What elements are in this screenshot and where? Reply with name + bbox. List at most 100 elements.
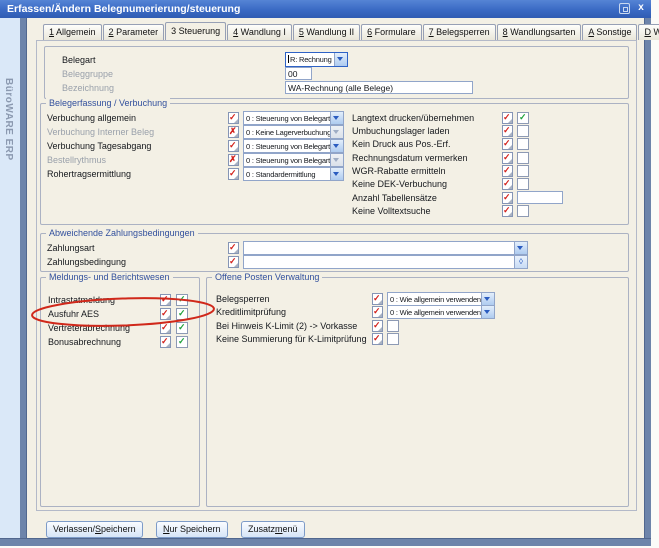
flag-glyph: ✓ [373, 332, 381, 344]
restore-icon[interactable] [619, 3, 630, 14]
verlassen-speichern-button[interactable]: Verlassen/Speichern [46, 521, 143, 538]
select-rohertragsermittlung[interactable]: 0 : Standardermittlung [243, 167, 344, 181]
checkbox-kein-druck[interactable] [517, 138, 529, 150]
check-glyph: ✓ [178, 307, 186, 319]
chevron-down-icon[interactable] [330, 168, 343, 180]
flag-glyph: ✓ [503, 124, 511, 136]
nur-speichern-button[interactable]: Nur Speichern [156, 521, 228, 538]
belegsperren-select[interactable]: 0 : Wie allgemein verwenden [387, 292, 495, 306]
zahlungsbedingung-field[interactable]: ◊ [243, 255, 528, 269]
tab-wandlung-2[interactable]: 5 Wandlung II [293, 24, 360, 40]
flag-glyph: ✓ [503, 164, 511, 176]
window-title: Erfassen/Ändern Belegnumerierung/steueru… [7, 3, 240, 15]
window-frame-right [644, 18, 651, 538]
modified-flag-icon[interactable]: ✓ [228, 242, 239, 254]
bezeichnung-input[interactable] [285, 81, 473, 94]
checkbox-rechnungsdatum[interactable] [517, 152, 529, 164]
flag-glyph: ✓ [229, 167, 237, 179]
modified-flag-icon[interactable]: ✓ [502, 152, 513, 164]
modified-flag-icon[interactable]: ✓ [502, 165, 513, 177]
select-verbuchung-allgemein[interactable]: 0 : Steuerung von Belegart [243, 111, 344, 125]
tab-belegsperren[interactable]: 7 Belegsperren [423, 24, 496, 40]
belegart-select[interactable]: R: Rechnung [285, 52, 348, 67]
modified-flag-icon[interactable]: ✓ [228, 168, 239, 180]
checkbox-vorkasse[interactable] [387, 320, 399, 332]
modified-flag-icon[interactable]: ✓ [160, 294, 171, 306]
tab-formulare[interactable]: 6 Formulare [361, 24, 422, 40]
button-accel: m [275, 524, 283, 534]
combo-value: 0 : Wie allgemein verwenden [390, 307, 481, 318]
chevron-down-icon[interactable] [481, 293, 494, 305]
row-label: Verbuchung Interner Beleg [47, 127, 154, 137]
flag-glyph: ✓ [503, 151, 511, 163]
chevron-down-icon[interactable] [334, 53, 347, 66]
modified-flag-icon[interactable]: ✓ [502, 112, 513, 124]
modified-flag-icon[interactable]: ✓ [160, 322, 171, 334]
tab-parameter[interactable]: 2 Parameter [103, 24, 165, 40]
tab-label: Formulare [372, 27, 416, 37]
row-label: Bei Hinweis K-Limit (2) -> Vorkasse [216, 321, 357, 331]
checkbox-keine-dek[interactable] [517, 178, 529, 190]
row-label: Keine DEK-Verbuchung [352, 179, 447, 189]
checkbox-intrastatmeldung[interactable]: ✓ [176, 294, 188, 306]
row-label: Langtext drucken/übernehmen [352, 113, 474, 123]
tab-sonstige[interactable]: A Sonstige [582, 24, 637, 40]
modified-flag-icon[interactable]: ✓ [372, 293, 383, 305]
checkbox-bonusabrechnung[interactable]: ✓ [176, 336, 188, 348]
chevron-down-icon[interactable] [481, 306, 494, 318]
tab-label: Sonstige [594, 27, 632, 37]
beleggruppe-input[interactable] [285, 67, 312, 80]
select-verbuchung-interner-beleg: 0 : Keine Lagerverbuchung [243, 125, 344, 139]
modified-flag-icon[interactable]: ✓ [502, 125, 513, 137]
flag-glyph: ✓ [229, 241, 237, 253]
zahlungsart-select[interactable] [243, 241, 528, 255]
close-icon[interactable]: x [635, 1, 647, 15]
tab-allgemein[interactable]: 1 Allgemein [43, 24, 102, 40]
row-label: Bonusabrechnung [48, 337, 121, 347]
modified-flag-icon[interactable]: ✓ [160, 308, 171, 320]
tab-wandlungsarten[interactable]: 8 Wandlungsarten [497, 24, 582, 40]
modified-flag-icon[interactable]: ✓ [228, 140, 239, 152]
select-verbuchung-tagesabgang[interactable]: 0 : Steuerung von Belegart [243, 139, 344, 153]
chevron-down-icon[interactable] [514, 242, 527, 254]
checkbox-keine-summierung[interactable] [387, 333, 399, 345]
chevron-down-icon[interactable] [330, 140, 343, 152]
flag-glyph: ✓ [503, 204, 511, 216]
tab-wfl-tb[interactable]: D WFL/TB [638, 24, 659, 40]
modified-flag-icon[interactable]: ✗ [228, 154, 239, 166]
modified-flag-icon[interactable]: ✓ [160, 336, 171, 348]
modified-flag-icon[interactable]: ✓ [502, 205, 513, 217]
modified-flag-icon[interactable]: ✓ [502, 178, 513, 190]
row-label: Bestellrythmus [47, 155, 106, 165]
checkbox-ausfuhr-aes[interactable]: ✓ [176, 308, 188, 320]
row-label: Keine Volltextsuche [352, 206, 431, 216]
combo-value: 0 : Steuerung von Belegart [246, 141, 330, 152]
title-bar[interactable]: Erfassen/Ändern Belegnumerierung/steueru… [0, 0, 651, 18]
kreditlimitpruefung-select[interactable]: 0 : Wie allgemein verwenden [387, 305, 495, 319]
modified-flag-icon[interactable]: ✓ [502, 192, 513, 204]
checkbox-volltextsuche[interactable] [517, 205, 529, 217]
modified-flag-icon[interactable]: ✓ [372, 333, 383, 345]
modified-flag-icon[interactable]: ✓ [228, 112, 239, 124]
checkbox-umbuchungslager[interactable] [517, 125, 529, 137]
anzahl-tabellensaetze-input[interactable] [517, 191, 563, 204]
brand-text: BüroWARE ERP [3, 78, 14, 161]
modified-flag-icon[interactable]: ✗ [228, 126, 239, 138]
row-label: Vertreterabrechnung [48, 323, 130, 333]
tab-steuerung[interactable]: 3 Steuerung [165, 22, 226, 40]
checkbox-wgr-rabatte[interactable] [517, 165, 529, 177]
tab-wandlung-1[interactable]: 4 Wandlung I [227, 24, 292, 40]
chevron-down-icon[interactable] [330, 112, 343, 124]
modified-flag-icon[interactable]: ✓ [372, 306, 383, 318]
modified-flag-icon[interactable]: ✓ [372, 320, 383, 332]
checkbox-langtext[interactable]: ✓ [517, 112, 529, 124]
tab-label: Wandlung I [238, 27, 286, 37]
checkbox-vertreterabrechnung[interactable]: ✓ [176, 322, 188, 334]
combo-value: 0 : Steuerung von Belegart [246, 155, 330, 166]
modified-flag-icon[interactable]: ✓ [228, 256, 239, 268]
zusatzmenu-button[interactable]: Zusatzmenü [241, 521, 305, 538]
combo-value: R: Rechnung [288, 54, 334, 65]
lookup-spinner-icon[interactable]: ◊ [514, 256, 527, 268]
flag-glyph: ✓ [229, 111, 237, 123]
modified-flag-icon[interactable]: ✓ [502, 138, 513, 150]
